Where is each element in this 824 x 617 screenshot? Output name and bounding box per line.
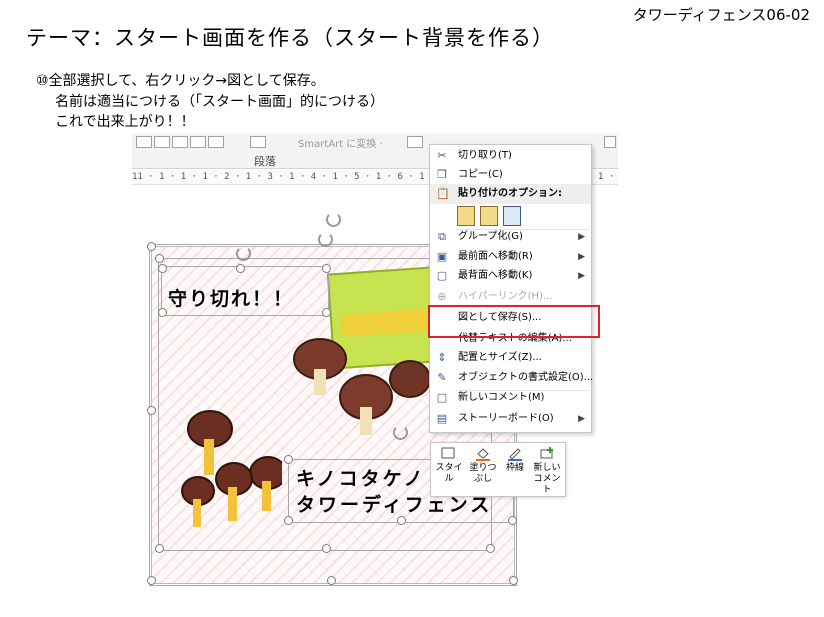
- paste-picture-icon[interactable]: [503, 206, 521, 226]
- shape-gallery-button[interactable]: [604, 136, 616, 148]
- menu-item-new-comment[interactable]: □ 新しいコメント(M): [430, 388, 591, 408]
- outline-label: 枠線: [505, 463, 524, 473]
- rotate-handle-icon[interactable]: [318, 232, 333, 247]
- storyboard-icon: ▤: [436, 412, 448, 425]
- menu-item-storyboard[interactable]: ▤ ストーリーボード(O) ▶: [430, 409, 591, 429]
- resize-handle[interactable]: [236, 264, 245, 273]
- menu-item-label: 最前面へ移動(R): [458, 251, 533, 262]
- menu-item-label: 切り取り(T): [458, 150, 512, 161]
- instruction-step: ⑩全部選択して、右クリック→図として保存。: [36, 73, 325, 89]
- menu-item-label: 貼り付けのオプション:: [458, 188, 562, 199]
- outline-button[interactable]: 枠線: [499, 447, 531, 474]
- fill-button[interactable]: 塗りつぶし: [467, 447, 499, 485]
- highlight-save-as-picture: [428, 305, 600, 338]
- resize-handle[interactable]: [509, 576, 518, 585]
- comment-add-icon: [540, 447, 553, 459]
- align-center-button[interactable]: [154, 136, 170, 148]
- align-left-button[interactable]: [136, 136, 152, 148]
- resize-handle[interactable]: [147, 576, 156, 585]
- menu-item-label: コピー(C): [458, 169, 503, 180]
- columns-button[interactable]: [250, 136, 266, 148]
- shape-tool-button[interactable]: [407, 136, 423, 148]
- new-comment-button[interactable]: 新しいコメント: [531, 447, 563, 496]
- fill-label: 塗りつぶし: [469, 463, 497, 484]
- resize-handle[interactable]: [327, 576, 336, 585]
- context-menu: ✂ 切り取り(T) ❐ コピー(C) 📋 貼り付けのオプション: ⧉ グループ化…: [429, 144, 594, 433]
- style-button[interactable]: スタイル: [433, 447, 465, 485]
- resize-handle[interactable]: [147, 406, 156, 415]
- style-label: スタイル: [435, 463, 463, 484]
- resize-handle[interactable]: [322, 544, 331, 553]
- resize-handle[interactable]: [158, 264, 167, 273]
- rotate-handle-icon[interactable]: [326, 212, 341, 227]
- menu-item-copy[interactable]: ❐ コピー(C): [430, 165, 591, 185]
- scissors-icon: ✂: [437, 149, 447, 162]
- instruction-naming: 名前は適当につける（「スタート画面」的につける）: [55, 94, 384, 110]
- resize-handle[interactable]: [155, 544, 164, 553]
- menu-item-hyperlink[interactable]: ⊕ ハイパーリンク(H)...: [430, 287, 591, 307]
- resize-handle[interactable]: [155, 254, 164, 263]
- align-right-button[interactable]: [172, 136, 188, 148]
- justify-button[interactable]: [190, 136, 206, 148]
- canvas-title-text[interactable]: 守り切れ！！: [168, 284, 294, 311]
- menu-item-label: 新しいコメント(M): [458, 392, 545, 403]
- resize-handle[interactable]: [284, 516, 293, 525]
- menu-item-bring-front[interactable]: ▣ 最前面へ移動(R) ▶: [430, 247, 591, 267]
- menu-item-label: ストーリーボード(O): [458, 413, 554, 424]
- menu-item-label: グループ化(G): [458, 231, 523, 242]
- menu-item-label: オブジェクトの書式設定(O)...: [458, 372, 594, 383]
- paragraph-group-label: 段落: [254, 155, 276, 168]
- paste-merge-icon[interactable]: [480, 206, 498, 226]
- submenu-arrow-icon: ▶: [578, 252, 585, 262]
- paste-keep-source-icon[interactable]: [457, 206, 475, 226]
- distributed-button[interactable]: [208, 136, 224, 148]
- comment-icon: □: [436, 391, 448, 404]
- format-icon: ✎: [437, 371, 447, 384]
- group-icon: ⧉: [438, 230, 446, 243]
- rotate-handle-icon[interactable]: [393, 425, 408, 440]
- submenu-arrow-icon: ▶: [578, 271, 585, 281]
- menu-item-cut[interactable]: ✂ 切り取り(T): [430, 146, 591, 166]
- resize-handle[interactable]: [322, 264, 331, 273]
- rotate-handle-icon[interactable]: [236, 246, 251, 261]
- pen-icon: [508, 448, 522, 461]
- menu-item-label: 配置とサイズ(Z)...: [458, 352, 542, 363]
- menu-item-label: 最背面へ移動(K): [458, 270, 533, 281]
- fill-bucket-icon: [476, 448, 490, 461]
- resize-handle[interactable]: [322, 308, 331, 317]
- instruction-done: これで出来上がり！！: [55, 114, 195, 130]
- slide-number-tag: タワーディフェンス06-02: [632, 6, 810, 24]
- menu-item-group[interactable]: ⧉ グループ化(G) ▶: [430, 227, 591, 247]
- resize-handle[interactable]: [486, 544, 495, 553]
- copy-icon: ❐: [437, 168, 447, 181]
- smartart-convert-button[interactable]: SmartArt に変換 ·: [298, 135, 383, 150]
- resize-handle[interactable]: [147, 242, 156, 251]
- menu-header-paste-options: 📋 貼り付けのオプション:: [430, 184, 591, 204]
- menu-item-format-object[interactable]: ✎ オブジェクトの書式設定(O)...: [430, 368, 594, 388]
- slide-title: テーマ：スタート画面を作る（スタート背景を作る）: [26, 26, 554, 50]
- send-back-icon: ▢: [436, 269, 448, 282]
- resize-handle[interactable]: [508, 516, 517, 525]
- menu-item-send-back[interactable]: ▢ 最背面へ移動(K) ▶: [430, 266, 591, 286]
- mini-toolbar: スタイル 塗りつぶし 枠線 新しいコメント: [430, 442, 566, 497]
- bring-front-icon: ▣: [436, 250, 448, 263]
- menu-item-label: ハイパーリンク(H)...: [458, 291, 553, 302]
- link-icon: ⊕: [437, 290, 447, 303]
- style-icon: [441, 447, 455, 459]
- clipboard-icon: 📋: [436, 187, 450, 200]
- submenu-arrow-icon: ▶: [578, 414, 585, 424]
- submenu-arrow-icon: ▶: [578, 232, 585, 242]
- size-icon: ⇕: [437, 351, 447, 364]
- menu-item-size-position[interactable]: ⇕ 配置とサイズ(Z)...: [430, 348, 591, 368]
- resize-handle[interactable]: [284, 455, 293, 464]
- comment-label: 新しいコメント: [533, 463, 561, 495]
- resize-handle[interactable]: [158, 308, 167, 317]
